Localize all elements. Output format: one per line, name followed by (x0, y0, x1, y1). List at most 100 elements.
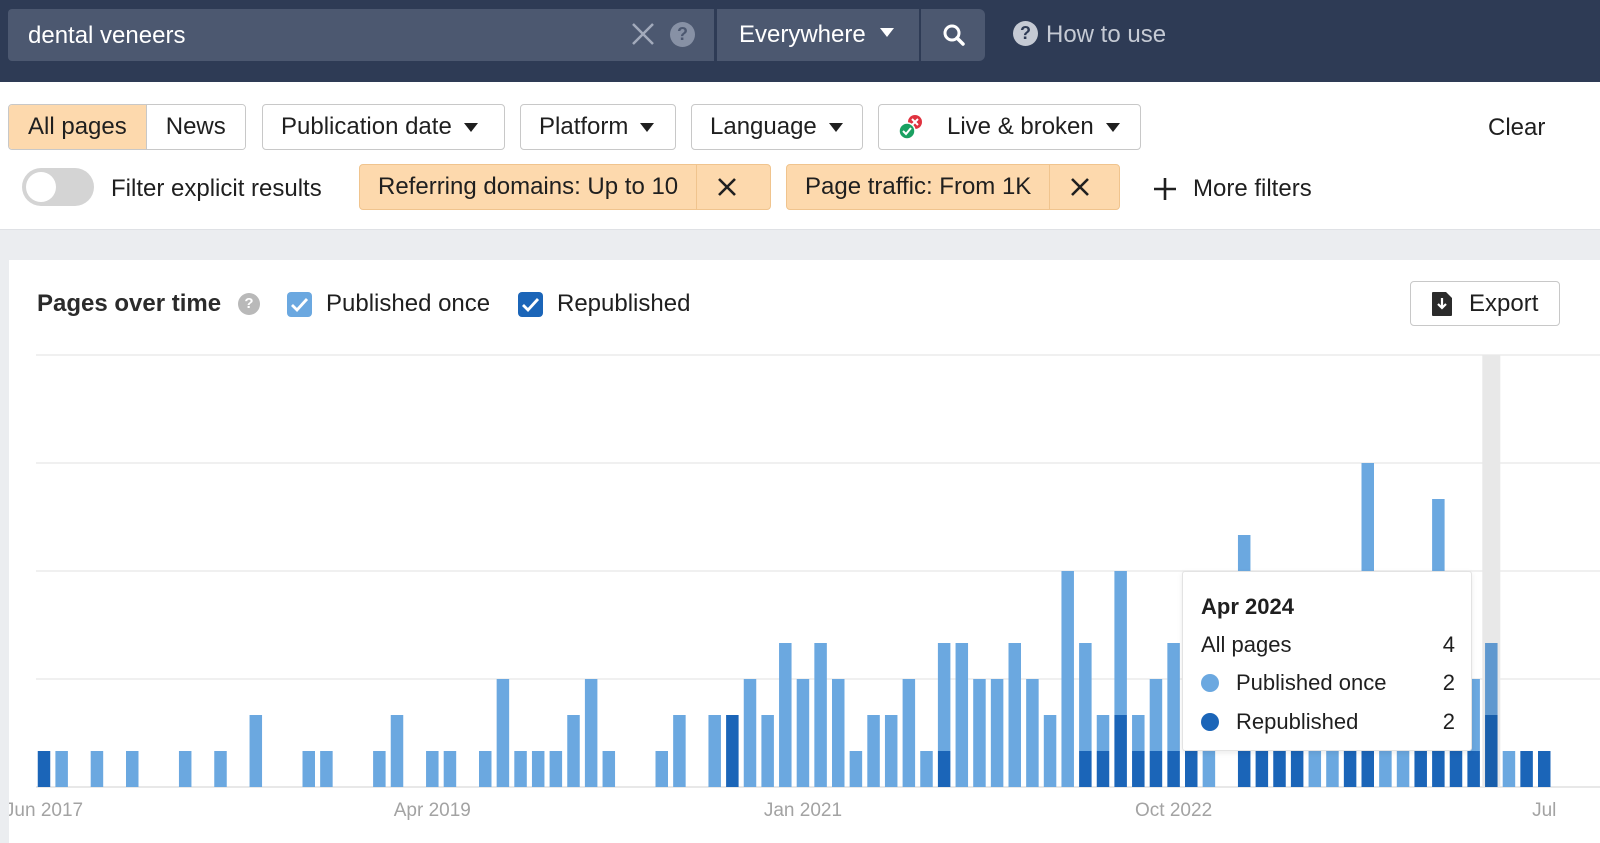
bar-published-once[interactable] (1485, 643, 1498, 715)
bar-published-once[interactable] (1396, 751, 1410, 787)
bar-republished[interactable] (1520, 751, 1533, 787)
bar-published-once[interactable] (584, 679, 598, 787)
bar-published-once[interactable] (320, 751, 333, 787)
bar-republished[interactable] (1414, 751, 1427, 787)
bar-published-once[interactable] (302, 751, 316, 787)
bar-published-once[interactable] (214, 751, 227, 787)
tab-news[interactable]: News (145, 105, 245, 149)
tab-all-pages[interactable]: All pages (9, 105, 146, 149)
bar-republished[interactable] (726, 715, 739, 787)
bar-republished[interactable] (1343, 751, 1357, 787)
bar-published-once[interactable] (1026, 679, 1039, 787)
bar-published-once[interactable] (373, 751, 386, 787)
bar-republished[interactable] (1237, 751, 1251, 787)
bar-published-once[interactable] (1132, 715, 1145, 751)
bar-published-once[interactable] (937, 643, 951, 751)
bar-published-once[interactable] (390, 715, 404, 787)
bar-published-once[interactable] (90, 751, 104, 787)
bar-published-once[interactable] (779, 643, 792, 787)
bar-published-once[interactable] (990, 679, 1004, 787)
bar-published-once[interactable] (1167, 643, 1180, 751)
bar-published-once[interactable] (1008, 643, 1022, 787)
bar-published-once[interactable] (249, 715, 263, 787)
bar-published-once[interactable] (1061, 571, 1074, 787)
bar-published-once[interactable] (1326, 751, 1339, 787)
bar-republished[interactable] (1114, 715, 1127, 787)
bar-published-once[interactable] (126, 751, 139, 787)
bar-republished[interactable] (1273, 751, 1286, 787)
bar-published-once[interactable] (1149, 679, 1163, 751)
bar-published-once[interactable] (443, 751, 457, 787)
bar-published-once[interactable] (567, 715, 580, 787)
bar-republished[interactable] (1361, 751, 1375, 787)
bar-published-once[interactable] (761, 715, 774, 787)
bar-published-once[interactable] (673, 715, 686, 787)
search-query[interactable]: dental veneers (28, 22, 185, 50)
bar-published-once[interactable] (973, 679, 986, 787)
publication-date-dropdown[interactable]: Publication date (262, 104, 505, 150)
bar-republished[interactable] (1485, 715, 1498, 787)
bar-published-once[interactable] (920, 751, 933, 787)
republished-checkbox[interactable] (518, 292, 543, 317)
help-icon[interactable]: ? (238, 293, 260, 315)
clear-filters-link[interactable]: Clear (1488, 114, 1545, 142)
bar-published-once[interactable] (1043, 715, 1057, 787)
bar-republished[interactable] (1467, 751, 1480, 787)
bar-published-once[interactable] (832, 679, 845, 787)
bar-republished[interactable] (1432, 751, 1445, 787)
how-to-use-link[interactable]: ? How to use (1013, 21, 1166, 49)
bar-republished[interactable] (1096, 751, 1110, 787)
bar-republished[interactable] (1079, 751, 1092, 787)
filter-chip-referring-domains[interactable]: Referring domains: Up to 10 (359, 164, 771, 210)
language-dropdown[interactable]: Language (691, 104, 863, 150)
bar-published-once[interactable] (955, 643, 969, 787)
bar-republished[interactable] (1255, 751, 1269, 787)
clear-search-icon[interactable] (630, 21, 656, 47)
bar-published-once[interactable] (479, 751, 492, 787)
live-broken-dropdown[interactable]: Live & broken (878, 104, 1141, 150)
bar-published-once[interactable] (849, 751, 863, 787)
platform-dropdown[interactable]: Platform (520, 104, 676, 150)
bar-published-once[interactable] (884, 715, 898, 787)
bar-published-once[interactable] (1096, 715, 1110, 751)
explicit-results-toggle[interactable] (22, 168, 94, 206)
bar-republished[interactable] (37, 751, 51, 787)
remove-filter-button[interactable] (696, 165, 756, 209)
search-button[interactable] (921, 9, 985, 61)
bar-republished[interactable] (937, 751, 951, 787)
remove-filter-button[interactable] (1049, 165, 1109, 209)
bar-republished[interactable] (1149, 751, 1163, 787)
bar-republished[interactable] (1538, 751, 1551, 787)
more-filters-button[interactable]: More filters (1153, 175, 1312, 203)
bar-published-once[interactable] (514, 751, 527, 787)
bar-republished[interactable] (1290, 751, 1304, 787)
bar-published-once[interactable] (602, 751, 616, 787)
bar-republished[interactable] (1167, 751, 1180, 787)
bar-published-once[interactable] (1079, 643, 1092, 751)
search-help-icon[interactable]: ? (670, 22, 695, 47)
search-scope-dropdown[interactable]: Everywhere (717, 9, 919, 61)
bar-published-once[interactable] (55, 751, 68, 787)
bar-published-once[interactable] (1202, 751, 1216, 787)
bar-published-once[interactable] (531, 751, 545, 787)
search-input[interactable]: dental veneers ? (8, 9, 714, 61)
bar-published-once[interactable] (708, 715, 721, 787)
bar-published-once[interactable] (902, 679, 916, 787)
bar-published-once[interactable] (743, 679, 757, 787)
published-once-checkbox[interactable] (287, 292, 312, 317)
export-button[interactable]: Export (1410, 281, 1560, 326)
bar-republished[interactable] (1185, 751, 1198, 787)
bar-published-once[interactable] (426, 751, 439, 787)
bar-published-once[interactable] (655, 751, 669, 787)
bar-published-once[interactable] (1379, 751, 1392, 787)
bar-published-once[interactable] (1502, 751, 1516, 787)
bar-published-once[interactable] (1114, 571, 1127, 715)
bar-published-once[interactable] (867, 715, 880, 787)
bar-published-once[interactable] (796, 679, 810, 787)
bar-published-once[interactable] (814, 643, 827, 787)
bar-published-once[interactable] (496, 679, 510, 787)
filter-chip-page-traffic[interactable]: Page traffic: From 1K (786, 164, 1120, 210)
bar-published-once[interactable] (1308, 751, 1322, 787)
bar-republished[interactable] (1132, 751, 1145, 787)
bar-published-once[interactable] (549, 751, 563, 787)
